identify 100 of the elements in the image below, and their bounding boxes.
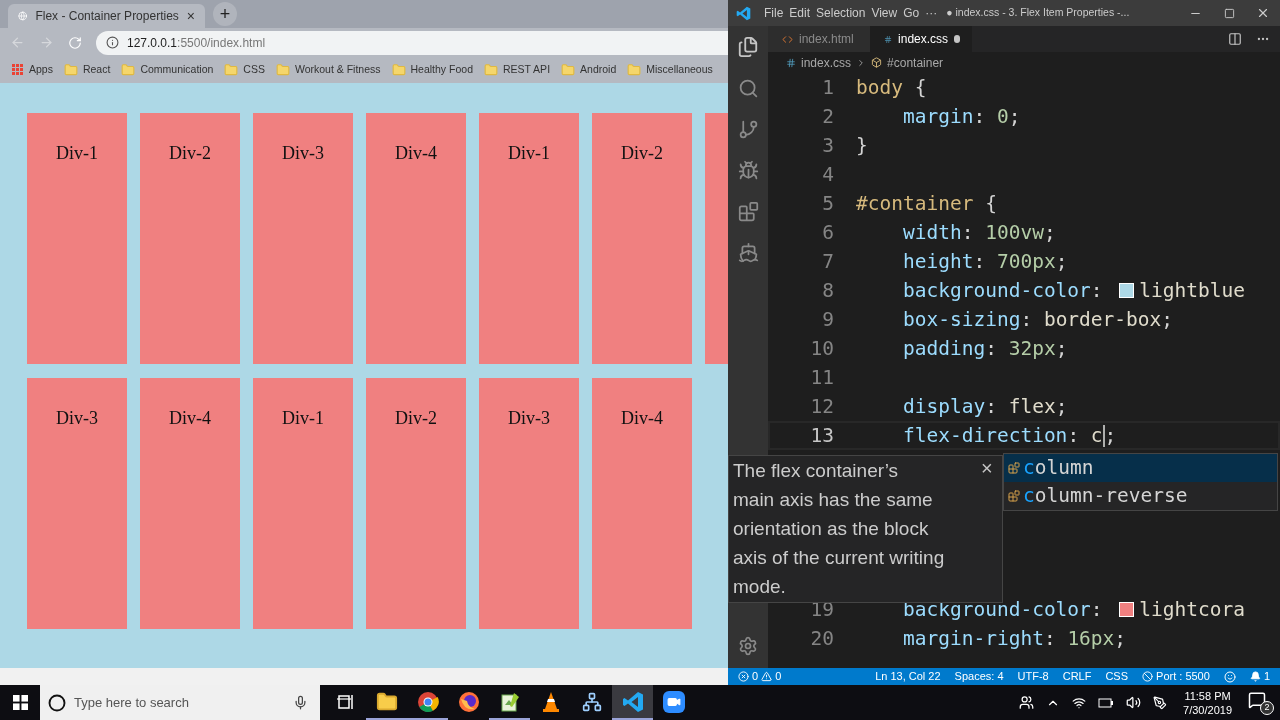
info-icon (106, 36, 119, 49)
suggestion-item[interactable]: column (1004, 454, 1277, 482)
code-token: box-sizing (903, 306, 1021, 333)
branch-icon[interactable] (737, 119, 759, 140)
files-icon[interactable] (737, 36, 759, 58)
speaker-icon[interactable] (1126, 695, 1142, 710)
line-number: 6 (821, 219, 834, 246)
bell-icon[interactable] (1249, 671, 1261, 682)
code-token: ; (1008, 103, 1021, 130)
people-icon[interactable] (1019, 695, 1035, 710)
chrome-icon (416, 690, 439, 713)
line-number: 20 (809, 625, 834, 652)
split-editor-icon[interactable] (1228, 32, 1242, 46)
status-item[interactable]: Spaces: 4 (954, 668, 1004, 685)
close-icon[interactable] (1256, 6, 1270, 20)
code-token: #container (856, 190, 974, 217)
menu-item[interactable]: Edit (786, 4, 814, 22)
folder-icon (627, 63, 642, 77)
breadcrumb-item[interactable]: index.css (801, 53, 852, 72)
port-status[interactable]: Port : 5500 (1156, 668, 1210, 685)
value-icon (1008, 490, 1020, 502)
code-token: : (973, 103, 987, 130)
flex-item: Div-3 (479, 378, 579, 629)
code-token: 32px (1008, 335, 1056, 362)
code-token: 0 (996, 103, 1009, 130)
wifi-icon[interactable] (1072, 695, 1087, 710)
globe-icon (18, 9, 28, 23)
color-swatch[interactable] (1119, 283, 1135, 298)
apps-grid-icon (12, 64, 24, 76)
bookmark[interactable]: Apps (12, 62, 53, 78)
close-tab-button[interactable]: × (186, 5, 195, 27)
cortana-circle-icon[interactable] (48, 693, 66, 712)
code-token: : (961, 219, 975, 246)
suggestion-item[interactable]: column-reverse (1004, 482, 1277, 510)
menu-item[interactable]: ··· (922, 4, 941, 22)
code-token: : (1043, 625, 1057, 652)
status-item[interactable]: UTF-8 (1017, 668, 1049, 685)
editor-tab[interactable]: index.html (768, 26, 870, 52)
status-item[interactable]: CRLF (1062, 668, 1092, 685)
notepad-icon (498, 690, 521, 713)
video-camera-icon (662, 690, 685, 713)
flex-item: Div-1 (253, 378, 353, 629)
bookmark[interactable]: REST API (483, 62, 551, 78)
search-field[interactable]: Type here to search (74, 692, 285, 713)
clock[interactable]: 11:58 PM 7/30/2019 (1179, 688, 1236, 717)
code-token: height (903, 248, 974, 275)
smiley-icon[interactable] (1223, 670, 1236, 683)
bookmark[interactable]: Workout & Fitness (275, 62, 381, 78)
bookmark[interactable]: Communication (121, 62, 214, 78)
notification-count: 1 (1263, 669, 1270, 685)
line-number: 10 (809, 335, 834, 362)
code-token: border-box (1043, 306, 1162, 333)
code-brackets-icon (782, 33, 793, 45)
ship-icon[interactable] (737, 242, 759, 263)
code-token: background-color (903, 277, 1091, 304)
menu-item[interactable]: View (868, 4, 901, 22)
bookmark[interactable]: Miscellaneous (627, 62, 713, 78)
editor-tab[interactable]: index.css (870, 26, 972, 52)
bookmark[interactable]: React (63, 62, 111, 78)
settings-icon[interactable] (738, 636, 758, 656)
color-swatch[interactable] (1119, 602, 1135, 617)
windows-logo-icon (12, 695, 28, 710)
maximize-icon[interactable] (1223, 7, 1235, 19)
code-token: flex (1008, 393, 1056, 420)
address-bar[interactable]: 127.0.0.1:5500/index.html (96, 30, 728, 55)
menu-item[interactable]: Selection (813, 4, 869, 22)
code-token: ; (1055, 393, 1068, 420)
breadcrumb-item[interactable]: #container (887, 53, 944, 72)
code-token: : (1067, 422, 1081, 449)
code-token: : (985, 393, 998, 420)
search-icon[interactable] (737, 78, 759, 99)
window-title: ● index.css - 3. Flex Item Properties -... (946, 5, 1130, 21)
browser-tab[interactable]: Flex - Container Properties × (8, 4, 205, 28)
status-item[interactable]: CSS (1105, 668, 1129, 685)
menu-item[interactable]: File (761, 4, 787, 22)
code-token: body (856, 74, 903, 101)
extensions-icon[interactable] (737, 201, 759, 222)
code-token: : (1020, 306, 1034, 333)
code-token: : (1090, 596, 1104, 623)
search-box[interactable]: Type here to search (40, 685, 320, 720)
bookmark[interactable]: CSS (224, 62, 265, 78)
menu-item[interactable]: Go (900, 4, 923, 22)
value-icon (1008, 462, 1020, 474)
folder-icon (375, 690, 398, 713)
warning-icon (761, 671, 773, 682)
text-cursor (1102, 424, 1105, 447)
action-center-icon[interactable] (1248, 690, 1266, 709)
code-token: : (1090, 277, 1104, 304)
microphone-icon[interactable] (293, 695, 308, 710)
status-item[interactable]: Ln 13, Col 22 (875, 668, 941, 685)
code-token: padding (903, 335, 986, 362)
bug-icon[interactable] (737, 160, 759, 181)
bookmark[interactable]: Healthy Food (391, 62, 473, 78)
pen-icon[interactable] (1153, 695, 1168, 710)
battery-icon[interactable] (1098, 696, 1115, 709)
bookmark[interactable]: Android (561, 62, 617, 78)
task-view-icon (336, 693, 355, 710)
new-tab-button[interactable]: + (213, 2, 237, 26)
problems-indicator[interactable]: 0 0 (738, 668, 782, 685)
folder-icon (391, 63, 406, 77)
